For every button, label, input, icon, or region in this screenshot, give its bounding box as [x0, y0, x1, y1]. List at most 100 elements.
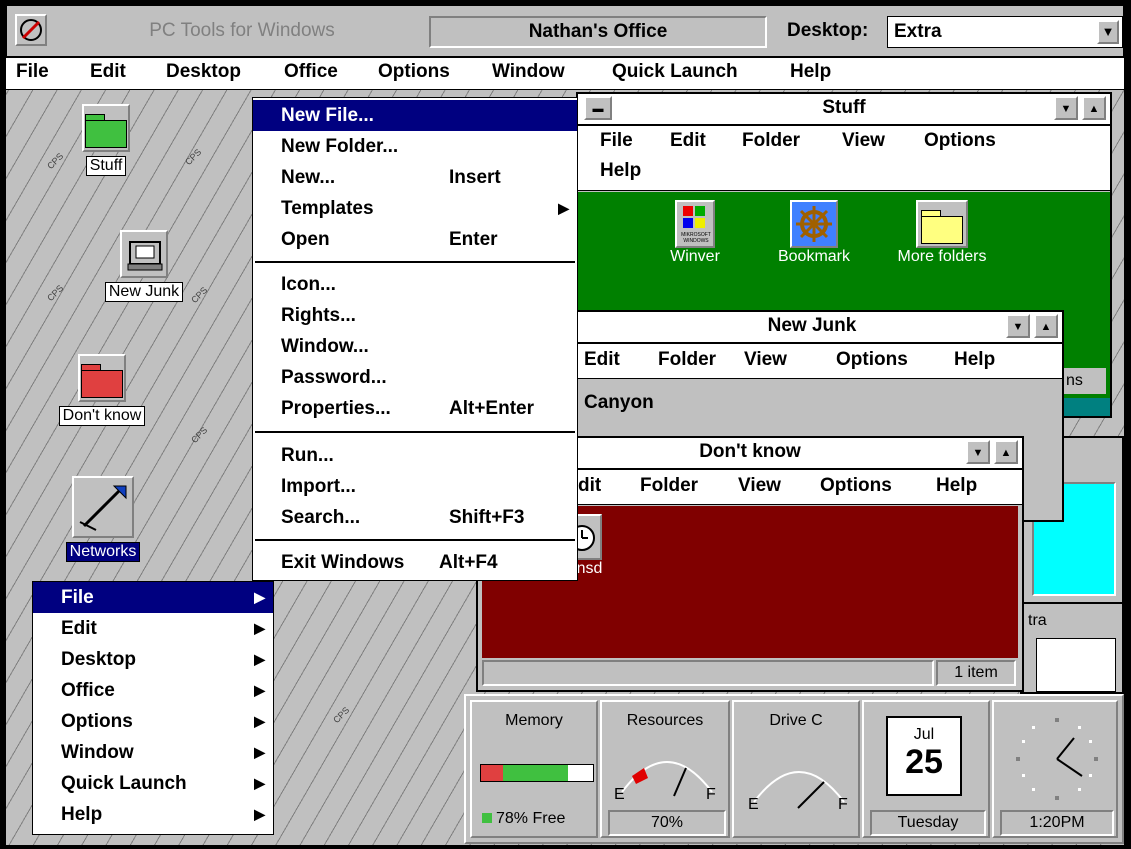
desktop-icon-networks[interactable]: Networks	[58, 476, 148, 562]
submenu-arrow-icon: ▶	[254, 682, 265, 698]
minimize-icon[interactable]: ▼	[966, 440, 990, 464]
file-item-winver[interactable]: MIKROSOFT WINDOWS Winver	[650, 200, 740, 266]
menu-office[interactable]: Office	[284, 61, 338, 83]
window-menu-edit[interactable]: Edit	[670, 130, 706, 152]
menu-item-search[interactable]: Search... Shift+F3	[253, 502, 577, 533]
resources-label: Resources	[626, 712, 704, 729]
popup-item-file[interactable]: File ▶	[33, 582, 273, 613]
menu-edit[interactable]: Edit	[90, 61, 126, 83]
clock-widget[interactable]: 1:20PM	[992, 700, 1118, 838]
menu-item-templates[interactable]: Templates ▶	[253, 193, 577, 224]
window-title-bar[interactable]: Stuff	[578, 94, 1110, 126]
drive-c-label: Drive C	[769, 712, 823, 729]
window-control-menu-icon[interactable]: ▬	[584, 96, 612, 120]
desktop-icon-label: Don't know	[58, 406, 146, 426]
file-item-bookmark[interactable]: Bookmark	[764, 200, 864, 266]
popup-item-desktop[interactable]: Desktop ▶	[33, 644, 273, 675]
window-menu-help[interactable]: Help	[954, 349, 995, 371]
desktop-popup-menu: File ▶ Edit ▶ Desktop ▶ Office ▶ Options ▶ Wi…	[32, 581, 274, 835]
menu-window[interactable]: Window	[492, 61, 565, 83]
cps-watermark: CPS	[331, 704, 352, 726]
menu-item-import[interactable]: Import...	[253, 471, 577, 502]
file-item-canyon[interactable]: Canyon	[584, 392, 654, 414]
menu-item-icon[interactable]: Icon...	[253, 269, 577, 300]
menu-help[interactable]: Help	[790, 61, 831, 83]
window-extra-partial[interactable]: tra	[1020, 602, 1124, 694]
window-menu-view[interactable]: View	[744, 349, 787, 371]
menu-item-window[interactable]: Window...	[253, 331, 577, 362]
menu-item-exit-windows[interactable]: Exit Windows Alt+F4	[253, 547, 577, 578]
window-menu-folder[interactable]: Folder	[640, 475, 698, 497]
menu-item-open[interactable]: Open Enter	[253, 224, 577, 255]
popup-item-office[interactable]: Office ▶	[33, 675, 273, 706]
window-menu-help[interactable]: Help	[936, 475, 977, 497]
main-menu-bar: File Edit Desktop Office Options Window …	[6, 58, 1124, 90]
calendar-widget[interactable]: Jul 25 Tuesday	[862, 700, 990, 838]
resources-gauge[interactable]: Resources E F 70%	[600, 700, 730, 838]
drive-c-gauge[interactable]: Drive C E F	[732, 700, 860, 838]
window-menu-view[interactable]: View	[738, 475, 781, 497]
window-menu-edit[interactable]: Edit	[584, 349, 620, 371]
menu-item-run[interactable]: Run...	[253, 440, 577, 471]
window-title: Stuff	[822, 97, 866, 118]
desktop-icon-new-junk[interactable]: New Junk	[94, 230, 194, 302]
window-menu-help[interactable]: Help	[600, 160, 641, 182]
file-item-more-folders[interactable]: More folders	[882, 200, 1002, 266]
dropdown-arrow-icon[interactable]: ▼	[1097, 20, 1119, 44]
menu-item-password[interactable]: Password...	[253, 362, 577, 393]
desktop-label: Desktop:	[787, 20, 869, 41]
menu-desktop[interactable]: Desktop	[166, 61, 241, 83]
window-menu-options[interactable]: Options	[820, 475, 892, 497]
menu-separator	[255, 539, 575, 541]
menu-quick-launch[interactable]: Quick Launch	[612, 61, 738, 83]
menu-item-rights[interactable]: Rights...	[253, 300, 577, 331]
minimize-icon[interactable]: ▼	[1054, 96, 1078, 120]
popup-item-window[interactable]: Window ▶	[33, 737, 273, 768]
window-menu-edit[interactable]: dit	[578, 475, 601, 497]
window-thumbnail	[1036, 638, 1116, 692]
menu-item-new-folder[interactable]: New Folder...	[253, 131, 577, 162]
memory-bar-used	[481, 765, 503, 781]
window-title-bar[interactable]: New Junk	[562, 312, 1062, 344]
menu-options[interactable]: Options	[378, 61, 450, 83]
menu-item-properties[interactable]: Properties... Alt+Enter	[253, 393, 577, 424]
analog-clock-icon	[1016, 718, 1098, 800]
desktop-icon-stuff[interactable]: Stuff	[76, 104, 136, 176]
window-title: New Junk	[767, 315, 857, 336]
windows-logo-icon: MIKROSOFT WINDOWS	[675, 200, 715, 248]
menu-item-new[interactable]: New... Insert	[253, 162, 577, 193]
popup-item-help[interactable]: Help ▶	[33, 799, 273, 830]
popup-item-edit[interactable]: Edit ▶	[33, 613, 273, 644]
submenu-arrow-icon: ▶	[254, 589, 265, 605]
cps-watermark: CPS	[45, 282, 66, 304]
calendar-day: 25	[905, 743, 943, 781]
window-menu-view[interactable]: View	[842, 130, 885, 152]
popup-item-options[interactable]: Options ▶	[33, 706, 273, 737]
window-menu-options[interactable]: Options	[924, 130, 996, 152]
maximize-icon[interactable]: ▲	[1034, 314, 1058, 338]
cps-watermark: CPS	[45, 150, 66, 172]
minimize-icon[interactable]: ▼	[1006, 314, 1030, 338]
submenu-arrow-icon: ▶	[254, 806, 265, 822]
menu-item-new-file[interactable]: New File...	[253, 100, 577, 131]
submenu-arrow-icon: ▶	[558, 200, 569, 216]
desktop-icon-dont-know[interactable]: Don't know	[52, 354, 152, 426]
submenu-arrow-icon: ▶	[254, 775, 265, 791]
memory-gauge[interactable]: Memory 78% Free	[470, 700, 598, 838]
window-menu-file[interactable]: File	[600, 130, 633, 152]
window-menu-folder[interactable]: Folder	[658, 349, 716, 371]
maximize-icon[interactable]: ▲	[994, 440, 1018, 464]
menu-file[interactable]: File	[16, 61, 49, 83]
system-menu-icon[interactable]	[15, 14, 47, 46]
maximize-icon[interactable]: ▲	[1082, 96, 1106, 120]
window-menu-options[interactable]: Options	[836, 349, 908, 371]
popup-item-quick-launch[interactable]: Quick Launch ▶	[33, 768, 273, 799]
memory-label: Memory	[505, 712, 563, 729]
submenu-arrow-icon: ▶	[254, 651, 265, 667]
file-menu-dropdown: New File... New Folder... New... Insert T…	[252, 97, 578, 581]
desktop-icon-label-selected: Networks	[65, 542, 141, 562]
desktop-select[interactable]: Extra ▼	[887, 16, 1123, 48]
ship-wheel-icon	[790, 200, 838, 248]
window-menu-folder[interactable]: Folder	[742, 130, 800, 152]
cps-watermark: CPS	[183, 146, 204, 168]
